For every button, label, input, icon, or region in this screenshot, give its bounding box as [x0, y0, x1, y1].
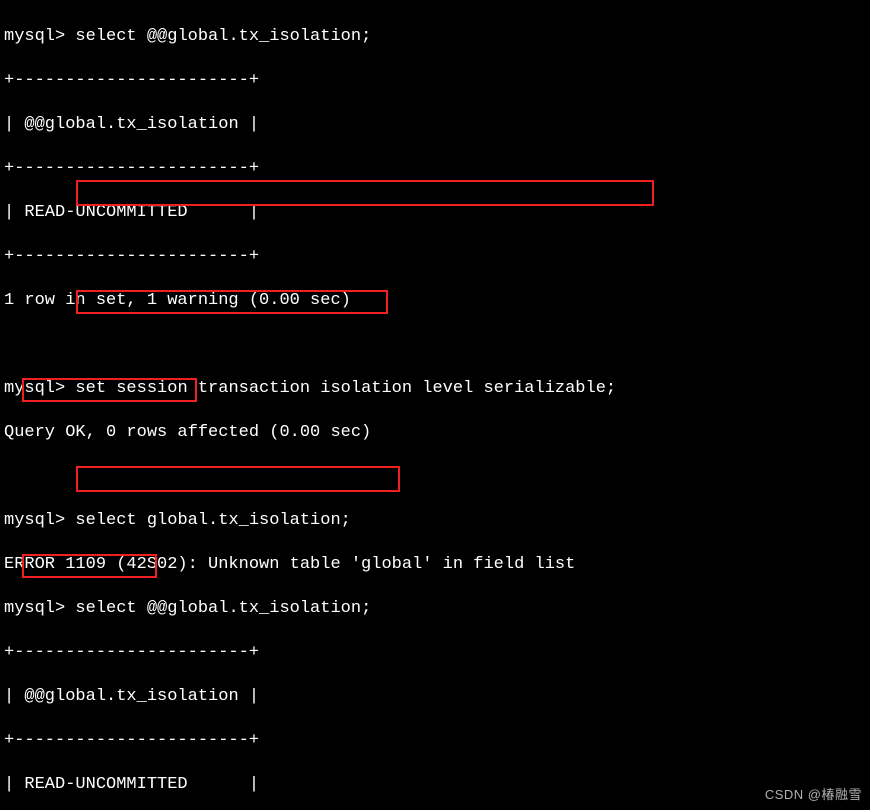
prompt-line[interactable]: mysql> select global.tx_isolation;	[4, 510, 866, 532]
cell-value: READ-UNCOMMITTED	[24, 203, 187, 222]
result-summary: Query OK, 0 rows affected (0.00 sec)	[4, 422, 866, 444]
table-border: +-----------------------+	[4, 642, 866, 664]
table-data-row: | READ-UNCOMMITTED |	[4, 202, 866, 224]
mysql-prompt: mysql>	[4, 27, 65, 46]
column-header: @@global.tx_isolation	[24, 687, 238, 706]
prompt-line[interactable]: mysql> set session transaction isolation…	[4, 378, 866, 400]
query-text: select @@global.tx_isolation;	[75, 27, 371, 46]
prompt-line[interactable]: mysql> select @@global.tx_isolation;	[4, 598, 866, 620]
query-text: select global.tx_isolation;	[75, 511, 350, 530]
query-text: select @@global.tx_isolation;	[75, 599, 371, 618]
prompt-line[interactable]: mysql> select @@global.tx_isolation;	[4, 26, 866, 48]
table-border: +-----------------------+	[4, 70, 866, 92]
result-summary: 1 row in set, 1 warning (0.00 sec)	[4, 290, 866, 312]
mysql-prompt: mysql>	[4, 511, 65, 530]
column-header: @@global.tx_isolation	[24, 115, 238, 134]
table-header-row: | @@global.tx_isolation |	[4, 114, 866, 136]
table-header-row: | @@global.tx_isolation |	[4, 686, 866, 708]
table-border: +-----------------------+	[4, 246, 866, 268]
table-data-row: | READ-UNCOMMITTED |	[4, 774, 866, 796]
mysql-prompt: mysql>	[4, 379, 65, 398]
cell-value: READ-UNCOMMITTED	[24, 775, 187, 794]
table-border: +-----------------------+	[4, 158, 866, 180]
blank-line	[4, 334, 866, 356]
query-text: set session transaction isolation level …	[75, 379, 616, 398]
table-border: +-----------------------+	[4, 730, 866, 752]
blank-line	[4, 466, 866, 488]
mysql-prompt: mysql>	[4, 599, 65, 618]
watermark: CSDN @椿融雪	[765, 784, 862, 806]
error-message: ERROR 1109 (42S02): Unknown table 'globa…	[4, 554, 866, 576]
mysql-terminal: mysql> select @@global.tx_isolation; +--…	[0, 0, 870, 810]
